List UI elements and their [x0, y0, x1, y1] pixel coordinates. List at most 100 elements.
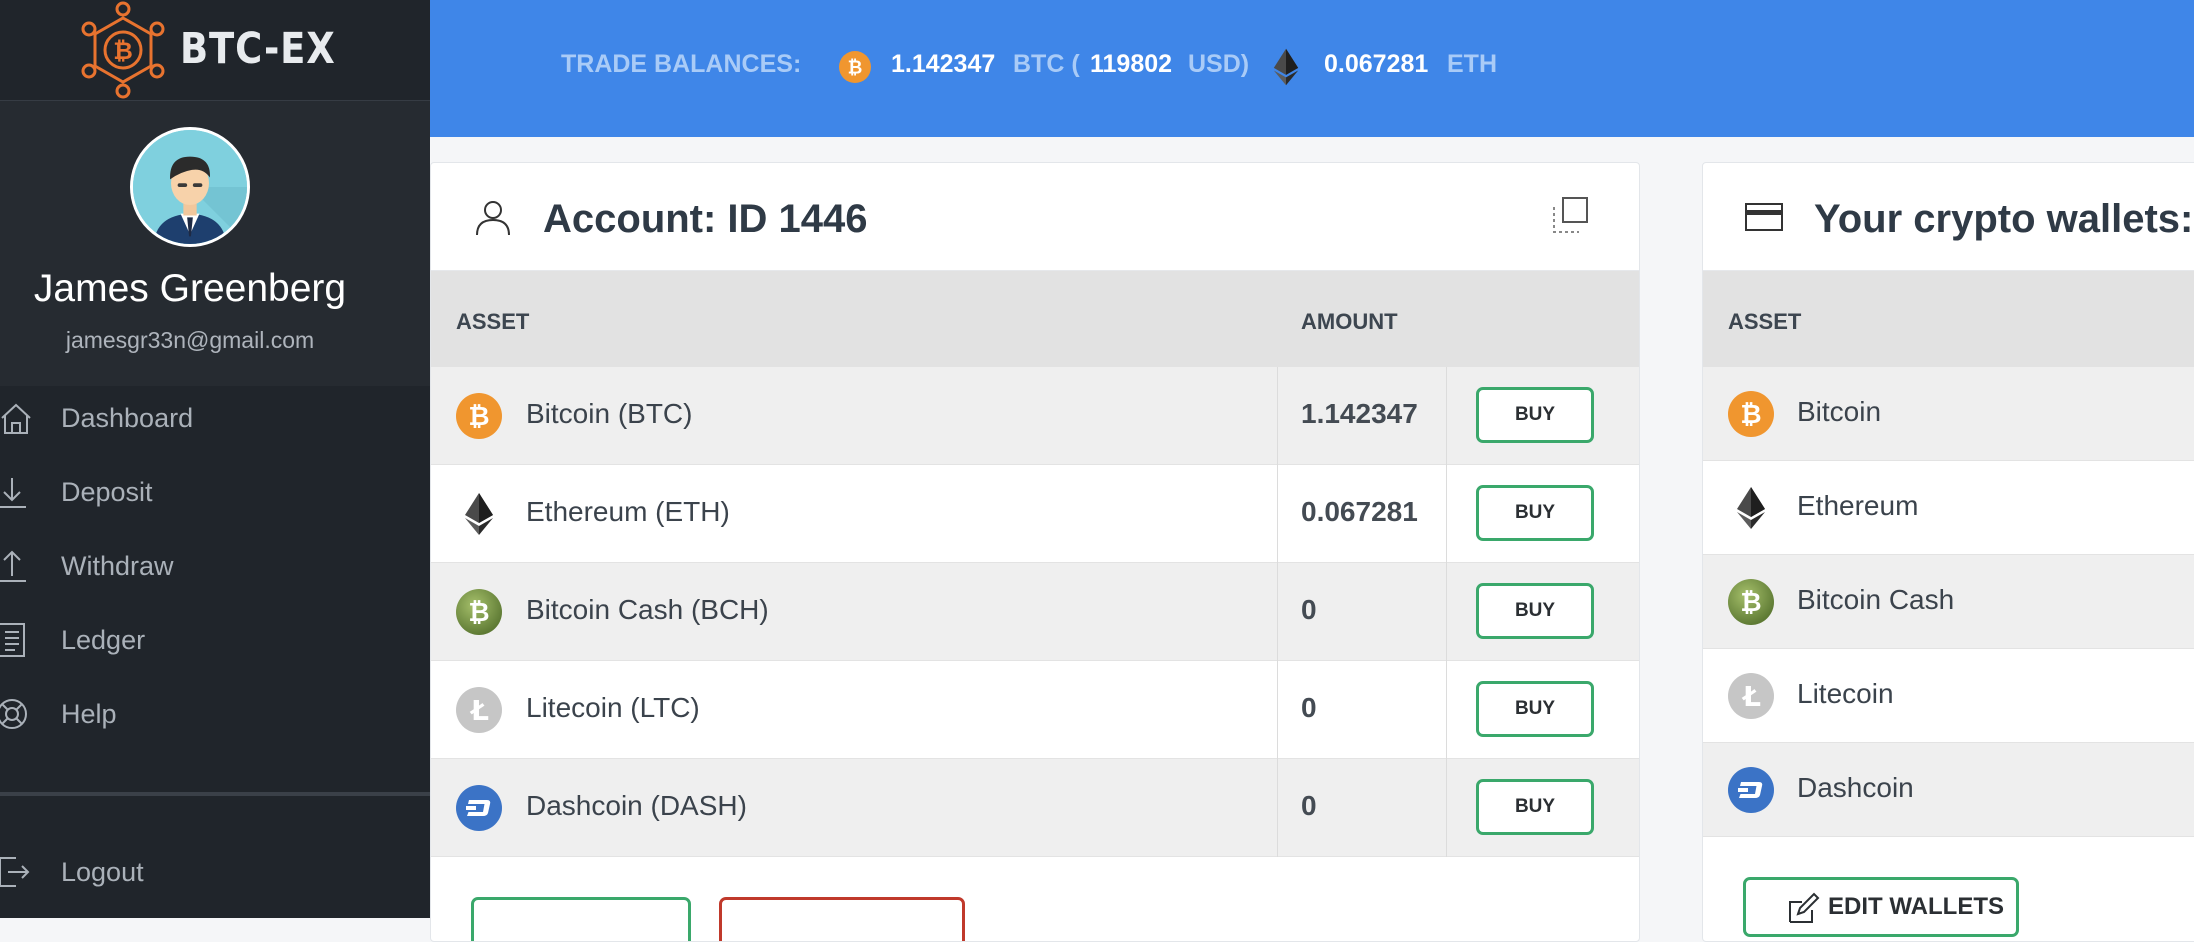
nav-label-ledger: Ledger [61, 624, 146, 655]
litecoin-icon [1728, 673, 1774, 719]
edit-wallets-button[interactable]: EDIT WALLETS [1743, 877, 2019, 937]
bitcoin-icon [1728, 391, 1774, 437]
trade-balances-bar: TRADE BALANCES: 1.142347 BTC ( 119802 US… [430, 0, 2194, 137]
wallet-asset-name: Litecoin [1797, 678, 1894, 709]
column-divider [1446, 367, 1447, 465]
buy-button[interactable]: BUY [1476, 681, 1594, 737]
svg-text:₿: ₿ [113, 37, 133, 65]
bitcoin-cash-icon [456, 589, 502, 635]
logout-icon [0, 857, 30, 887]
home-icon [1, 403, 31, 434]
list-item: Litecoin [1703, 649, 2194, 743]
ethereum-icon [1266, 40, 1306, 94]
credit-card-icon [1745, 203, 1783, 231]
account-card-header: Account: ID 1446 [431, 163, 1639, 271]
nav-label-dashboard: Dashboard [61, 402, 194, 433]
dash-icon [456, 785, 502, 831]
wallets-table-header: ASSET [1703, 271, 2194, 367]
asset-amount: 0.067281 [1301, 496, 1418, 527]
document-icon [0, 623, 25, 657]
eth-unit: ETH [1447, 50, 1497, 78]
table-row: Ethereum (ETH) 0.067281 BUY [431, 465, 1639, 563]
column-divider [1277, 367, 1278, 465]
buy-button[interactable]: BUY [1476, 779, 1594, 835]
usd-balance: 119802 [1090, 50, 1173, 78]
withdraw-button[interactable] [719, 897, 965, 941]
account-title: Account: ID 1446 [543, 197, 868, 241]
column-divider [1446, 465, 1447, 563]
col-amount: AMOUNT [1301, 309, 1398, 334]
upload-icon [0, 550, 26, 582]
nav-item-dashboard[interactable]: Dashboard [0, 388, 430, 448]
table-row: Dashcoin (DASH) 0 BUY [431, 759, 1639, 857]
wallets-card: Your crypto wallets: ASSET Bitcoin Ether… [1702, 162, 2194, 942]
table-row: Bitcoin Cash (BCH) 0 BUY [431, 563, 1639, 661]
column-divider [1446, 661, 1447, 759]
sidebar-divider [0, 792, 430, 796]
wallet-asset-name: Bitcoin [1797, 396, 1882, 427]
ethereum-icon [1728, 485, 1774, 531]
buy-button[interactable]: BUY [1476, 485, 1594, 541]
nav-item-deposit[interactable]: Deposit [0, 462, 430, 522]
asset-name: Bitcoin Cash (BCH) [526, 594, 769, 625]
account-table-header: ASSET AMOUNT [431, 271, 1639, 367]
edit-icon [1789, 892, 1820, 923]
asset-name: Dashcoin (DASH) [526, 790, 747, 821]
nav-item-withdraw[interactable]: Withdraw [0, 536, 430, 596]
sidebar: ₿ BTC-EX James Greenberg jamesgr33n@gmai… [0, 0, 430, 918]
wallet-asset-name: Bitcoin Cash [1797, 584, 1955, 615]
wallet-asset-name: Ethereum [1797, 490, 1919, 521]
buy-button[interactable]: BUY [1476, 387, 1594, 443]
col-asset: ASSET [1728, 309, 1802, 334]
column-divider [1277, 563, 1278, 661]
edit-wallets-label: EDIT WALLETS [1828, 893, 2004, 920]
asset-amount: 0 [1301, 594, 1317, 625]
user-icon [476, 201, 510, 236]
logo-area: ₿ BTC-EX [0, 0, 430, 101]
btc-balance: 1.142347 [891, 50, 996, 78]
table-row: Bitcoin (BTC) 1.142347 BUY [431, 367, 1639, 465]
account-card: Account: ID 1446 ASSET AMOUNT Bitcoin (B… [430, 162, 1640, 942]
user-profile: James Greenberg jamesgr33n@gmail.com [0, 101, 430, 386]
lifebuoy-icon [0, 699, 27, 729]
column-divider [1277, 759, 1278, 857]
download-icon [0, 478, 26, 508]
logo-icon: ₿ [81, 1, 165, 99]
nav-item-ledger[interactable]: Ledger [0, 610, 430, 670]
column-divider [1446, 759, 1447, 857]
column-divider [1277, 661, 1278, 759]
asset-amount: 1.142347 [1301, 398, 1418, 429]
asset-name: Litecoin (LTC) [526, 692, 700, 723]
wallets-title: Your crypto wallets: [1814, 197, 2194, 241]
asset-amount: 0 [1301, 790, 1317, 821]
asset-amount: 0 [1301, 692, 1317, 723]
col-asset: ASSET [456, 309, 530, 334]
buy-button[interactable]: BUY [1476, 583, 1594, 639]
logout-label: Logout [61, 856, 144, 887]
user-name: James Greenberg [33, 267, 347, 310]
balances-label: TRADE BALANCES: [561, 50, 802, 78]
asset-name: Bitcoin (BTC) [526, 398, 693, 429]
asset-name: Ethereum (ETH) [526, 496, 730, 527]
user-email: jamesgr33n@gmail.com [65, 327, 315, 353]
deposit-button[interactable] [471, 897, 691, 941]
bitcoin-icon [839, 51, 871, 83]
list-item: Ethereum [1703, 461, 2194, 555]
dash-icon [1728, 767, 1774, 813]
ethereum-icon [456, 491, 502, 537]
column-divider [1277, 465, 1278, 563]
wallet-asset-name: Dashcoin [1797, 772, 1914, 803]
bitcoin-icon [456, 393, 502, 439]
nav-label-withdraw: Withdraw [61, 550, 174, 581]
usd-unit: USD) [1188, 50, 1250, 78]
nav-label-help: Help [61, 698, 117, 729]
nav-item-help[interactable]: Help [0, 684, 430, 744]
logout-button[interactable]: Logout [0, 842, 430, 902]
avatar-image [133, 130, 247, 244]
eth-balance: 0.067281 [1324, 50, 1429, 78]
expand-icon[interactable] [1551, 195, 1591, 235]
bitcoin-cash-icon [1728, 579, 1774, 625]
list-item: Bitcoin [1703, 367, 2194, 461]
list-item: Dashcoin [1703, 743, 2194, 837]
avatar[interactable] [130, 127, 250, 247]
